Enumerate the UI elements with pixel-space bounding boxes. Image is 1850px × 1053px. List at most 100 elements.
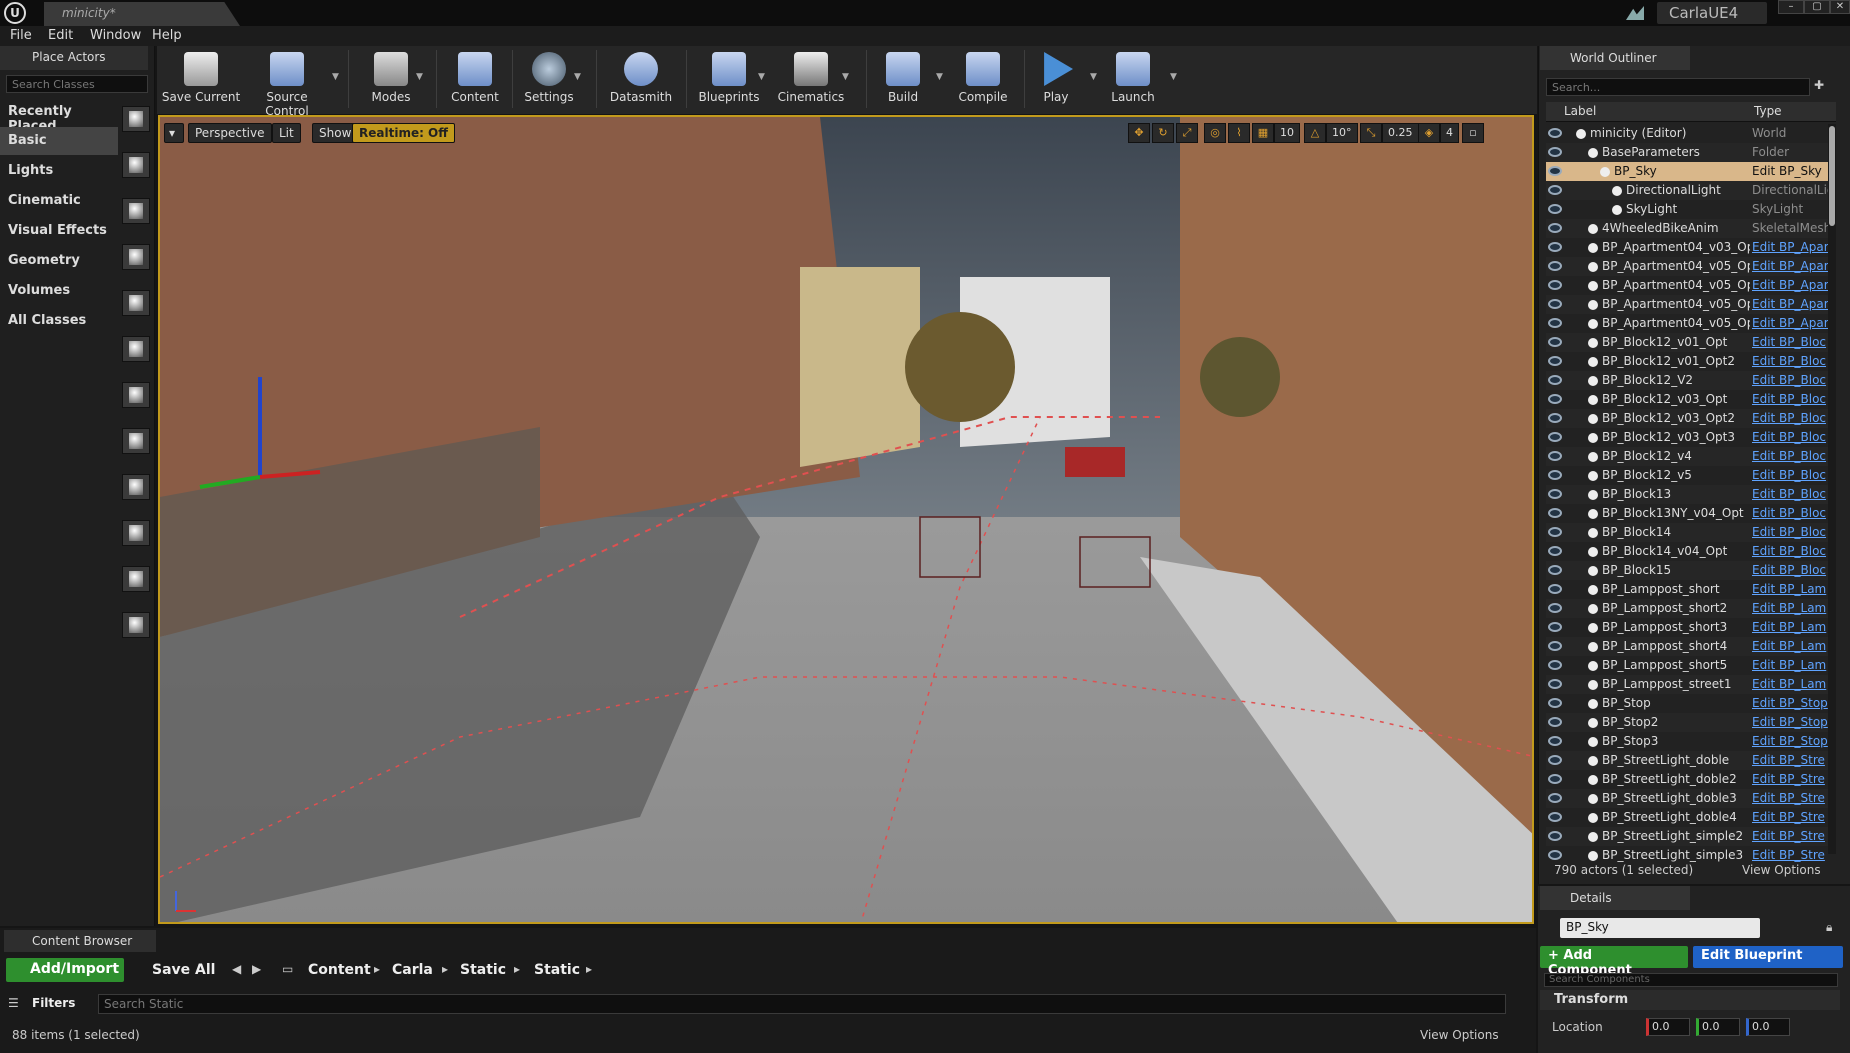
actor-type[interactable]: Edit BP_Apar xyxy=(1752,297,1828,311)
visibility-eye-icon[interactable] xyxy=(1548,717,1562,727)
build-button[interactable]: Build xyxy=(862,48,944,110)
add-import-button[interactable]: Add/Import xyxy=(6,958,124,982)
details-tab[interactable]: Details xyxy=(1540,886,1690,910)
visibility-eye-icon[interactable] xyxy=(1548,242,1562,252)
actor-type[interactable]: Edit BP_Bloc xyxy=(1752,392,1828,406)
menu-help[interactable]: Help xyxy=(152,28,182,43)
chevron-down-icon[interactable]: ▼ xyxy=(574,72,581,82)
outliner-row[interactable]: BP_Stop2 Edit BP_Stop xyxy=(1546,713,1828,732)
actor-thumb-icon[interactable] xyxy=(122,336,150,362)
visibility-eye-icon[interactable] xyxy=(1548,185,1562,195)
actor-type[interactable]: Edit BP_Bloc xyxy=(1752,354,1828,368)
actor-type[interactable]: Edit BP_Lam xyxy=(1752,620,1828,634)
actor-type[interactable]: Edit BP_Bloc xyxy=(1752,373,1828,387)
actor-thumb-icon[interactable] xyxy=(122,428,150,454)
surface-snap-icon[interactable]: ⌇ xyxy=(1228,123,1250,143)
outliner-row[interactable]: BP_Lamppost_street1 Edit BP_Lam xyxy=(1546,675,1828,694)
forward-arrow-icon[interactable]: ▶ xyxy=(252,962,261,976)
outliner-row[interactable]: BP_Lamppost_short5 Edit BP_Lam xyxy=(1546,656,1828,675)
world-outliner-tab[interactable]: World Outliner xyxy=(1540,46,1690,70)
edit-blueprint-button[interactable]: Edit Blueprint xyxy=(1693,946,1843,968)
outliner-row[interactable]: BP_Lamppost_short4 Edit BP_Lam xyxy=(1546,637,1828,656)
actor-type[interactable]: Edit BP_Lam xyxy=(1752,677,1828,691)
visibility-eye-icon[interactable] xyxy=(1548,527,1562,537)
compile-button[interactable]: Compile xyxy=(942,48,1024,110)
outliner-row[interactable]: BP_Lamppost_short Edit BP_Lam xyxy=(1546,580,1828,599)
visibility-eye-icon[interactable] xyxy=(1548,622,1562,632)
minimize-button[interactable]: – xyxy=(1778,0,1804,14)
actor-name-field[interactable]: BP_Sky xyxy=(1560,918,1760,938)
outliner-row[interactable]: BP_StreetLight_doble Edit BP_Stre xyxy=(1546,751,1828,770)
actor-type[interactable]: Edit BP_Bloc xyxy=(1752,411,1828,425)
outliner-row[interactable]: BP_Block12_V2 Edit BP_Bloc xyxy=(1546,371,1828,390)
column-label[interactable]: Label xyxy=(1564,104,1596,118)
visibility-eye-icon[interactable] xyxy=(1548,470,1562,480)
outliner-row[interactable]: BP_Sky Edit BP_Sky xyxy=(1546,162,1828,181)
rotation-snap-icon[interactable]: △ xyxy=(1304,123,1326,143)
visibility-eye-icon[interactable] xyxy=(1548,413,1562,423)
content-button[interactable]: Content xyxy=(434,48,516,110)
actor-thumb-icon[interactable] xyxy=(122,520,150,546)
source-control-button[interactable]: Source Control xyxy=(246,48,328,118)
scale-snap-icon[interactable]: ⤡ xyxy=(1360,123,1382,143)
outliner-row[interactable]: BP_Block12_v01_Opt Edit BP_Bloc xyxy=(1546,333,1828,352)
outliner-scrollbar[interactable] xyxy=(1828,124,1836,854)
actor-type[interactable]: Edit BP_Bloc xyxy=(1752,335,1828,349)
menu-edit[interactable]: Edit xyxy=(48,28,73,43)
perspective-button[interactable]: Perspective xyxy=(188,123,272,143)
outliner-search-input[interactable]: Search... xyxy=(1546,78,1810,96)
category-lights[interactable]: Lights xyxy=(0,157,118,185)
actor-type[interactable]: Edit BP_Apar xyxy=(1752,316,1828,330)
scale-size[interactable]: 0.25 xyxy=(1382,123,1419,143)
visibility-eye-icon[interactable] xyxy=(1548,603,1562,613)
outliner-row[interactable]: BP_StreetLight_doble4 Edit BP_Stre xyxy=(1546,808,1828,827)
actor-type[interactable]: Edit BP_Stop xyxy=(1752,715,1828,729)
path-carla[interactable]: Carla xyxy=(392,962,433,978)
path-separator-icon[interactable]: ▸ xyxy=(374,962,380,976)
actor-type[interactable]: Edit BP_Lam xyxy=(1752,601,1828,615)
rotation-size[interactable]: 10° xyxy=(1326,123,1358,143)
actor-thumb-icon[interactable] xyxy=(122,244,150,270)
actor-type[interactable]: Edit BP_Bloc xyxy=(1752,544,1828,558)
chevron-down-icon[interactable]: ▼ xyxy=(842,72,849,82)
visibility-eye-icon[interactable] xyxy=(1548,375,1562,385)
visibility-eye-icon[interactable] xyxy=(1548,356,1562,366)
add-component-button[interactable]: + Add Component xyxy=(1540,946,1688,978)
outliner-row[interactable]: BP_Block12_v03_Opt Edit BP_Bloc xyxy=(1546,390,1828,409)
actor-type[interactable]: Edit BP_Bloc xyxy=(1752,430,1828,444)
outliner-row[interactable]: BP_Block12_v4 Edit BP_Bloc xyxy=(1546,447,1828,466)
actor-type[interactable]: Edit BP_Stop xyxy=(1752,734,1828,748)
actor-type[interactable]: Edit BP_Bloc xyxy=(1752,468,1828,482)
back-arrow-icon[interactable]: ◀ xyxy=(232,962,241,976)
visibility-eye-icon[interactable] xyxy=(1548,280,1562,290)
visibility-eye-icon[interactable] xyxy=(1548,774,1562,784)
actor-type[interactable]: Edit BP_Lam xyxy=(1752,658,1828,672)
actor-type[interactable]: Edit BP_Lam xyxy=(1752,582,1828,596)
actor-type[interactable]: Edit BP_Apar xyxy=(1752,259,1828,273)
outliner-row[interactable]: BP_Block14_v04_Opt Edit BP_Bloc xyxy=(1546,542,1828,561)
visibility-eye-icon[interactable] xyxy=(1548,850,1562,860)
visibility-eye-icon[interactable] xyxy=(1548,698,1562,708)
visibility-eye-icon[interactable] xyxy=(1548,584,1562,594)
outliner-row[interactable]: BP_StreetLight_doble3 Edit BP_Stre xyxy=(1546,789,1828,808)
outliner-row[interactable]: BP_Block12_v5 Edit BP_Bloc xyxy=(1546,466,1828,485)
visibility-eye-icon[interactable] xyxy=(1548,394,1562,404)
level-tab[interactable]: minicity* xyxy=(44,2,240,26)
actor-type[interactable]: Edit BP_Bloc xyxy=(1752,563,1828,577)
outliner-view-options[interactable]: View Options xyxy=(1742,863,1821,877)
actor-type[interactable]: Edit BP_Bloc xyxy=(1752,506,1828,520)
grid-size[interactable]: 10 xyxy=(1274,123,1300,143)
location-x-field[interactable]: 0.0 xyxy=(1646,1018,1690,1036)
outliner-row[interactable]: BP_Block12_v03_Opt3 Edit BP_Bloc xyxy=(1546,428,1828,447)
actor-type[interactable]: Edit BP_Stop xyxy=(1752,696,1828,710)
visibility-eye-icon[interactable] xyxy=(1548,337,1562,347)
world-icon[interactable]: ◎ xyxy=(1204,123,1226,143)
add-folder-icon[interactable]: ✚ xyxy=(1814,78,1824,92)
actor-thumb-icon[interactable] xyxy=(122,152,150,178)
save-all-button[interactable]: Save All xyxy=(134,962,215,978)
outliner-row[interactable]: BP_Lamppost_short2 Edit BP_Lam xyxy=(1546,599,1828,618)
menu-window[interactable]: Window xyxy=(90,28,141,43)
visibility-eye-icon[interactable] xyxy=(1548,204,1562,214)
visibility-eye-icon[interactable] xyxy=(1548,261,1562,271)
realtime-button[interactable]: Realtime: Off xyxy=(352,123,455,143)
